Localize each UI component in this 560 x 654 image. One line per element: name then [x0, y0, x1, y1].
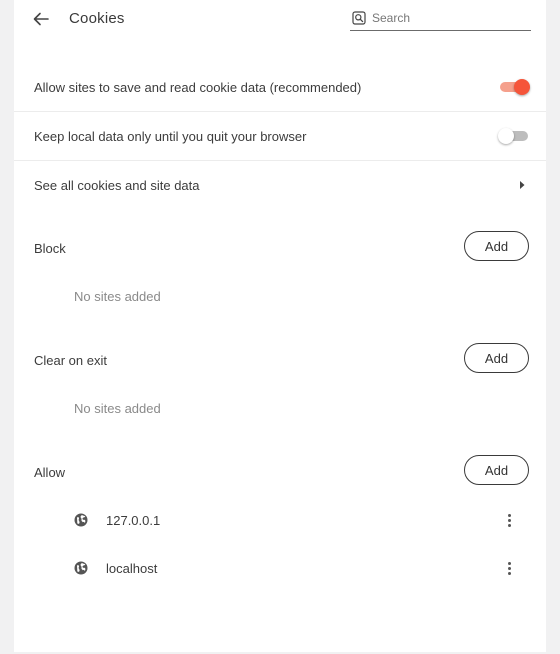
- allow-add-button[interactable]: Add: [464, 455, 529, 485]
- allow-section-title: Allow: [34, 465, 66, 480]
- search-input[interactable]: [372, 9, 527, 27]
- search-icon: [352, 11, 366, 25]
- chevron-right-icon: [520, 181, 525, 189]
- keep-local-data-toggle[interactable]: [498, 128, 530, 144]
- more-vert-icon: [507, 513, 511, 517]
- toggle-knob: [498, 128, 514, 144]
- more-vert-icon-dot: [507, 518, 511, 522]
- more-vert-icon-dot: [507, 523, 511, 527]
- keep-local-data-row[interactable]: Keep local data only until you quit your…: [14, 112, 546, 160]
- block-empty-text: No sites added: [74, 289, 161, 304]
- block-section-title: Block: [34, 241, 66, 256]
- see-all-cookies-row[interactable]: See all cookies and site data: [14, 161, 546, 209]
- block-add-button[interactable]: Add: [464, 231, 529, 261]
- allowed-site-row: 127.0.0.1: [14, 501, 546, 541]
- clear-on-exit-section-title: Clear on exit: [34, 353, 107, 368]
- globe-icon: [74, 513, 88, 527]
- more-vert-icon: [507, 561, 511, 565]
- more-actions-button[interactable]: [502, 509, 516, 531]
- globe-icon: [74, 561, 88, 575]
- allow-cookies-label: Allow sites to save and read cookie data…: [34, 79, 362, 95]
- toggle-knob: [514, 79, 530, 95]
- more-vert-icon-dot: [507, 571, 511, 575]
- allowed-site-row: localhost: [14, 549, 546, 589]
- page-title: Cookies: [69, 10, 125, 27]
- site-name: localhost: [106, 561, 158, 576]
- search-box[interactable]: [350, 8, 531, 31]
- back-button[interactable]: [30, 8, 52, 30]
- clear-on-exit-add-button[interactable]: Add: [464, 343, 529, 373]
- allow-cookies-toggle[interactable]: [500, 79, 530, 95]
- arrow-left-icon: [33, 12, 49, 26]
- keep-local-data-label: Keep local data only until you quit your…: [34, 128, 307, 144]
- cookies-settings-card: Cookies Allow sites to save and read coo…: [14, 0, 546, 652]
- allow-cookies-row[interactable]: Allow sites to save and read cookie data…: [14, 63, 546, 111]
- more-actions-button[interactable]: [502, 557, 516, 579]
- see-all-cookies-label: See all cookies and site data: [34, 177, 200, 193]
- clear-on-exit-empty-text: No sites added: [74, 401, 161, 416]
- page-header: Cookies: [14, 0, 546, 40]
- site-name: 127.0.0.1: [106, 513, 161, 528]
- more-vert-icon-dot: [507, 566, 511, 570]
